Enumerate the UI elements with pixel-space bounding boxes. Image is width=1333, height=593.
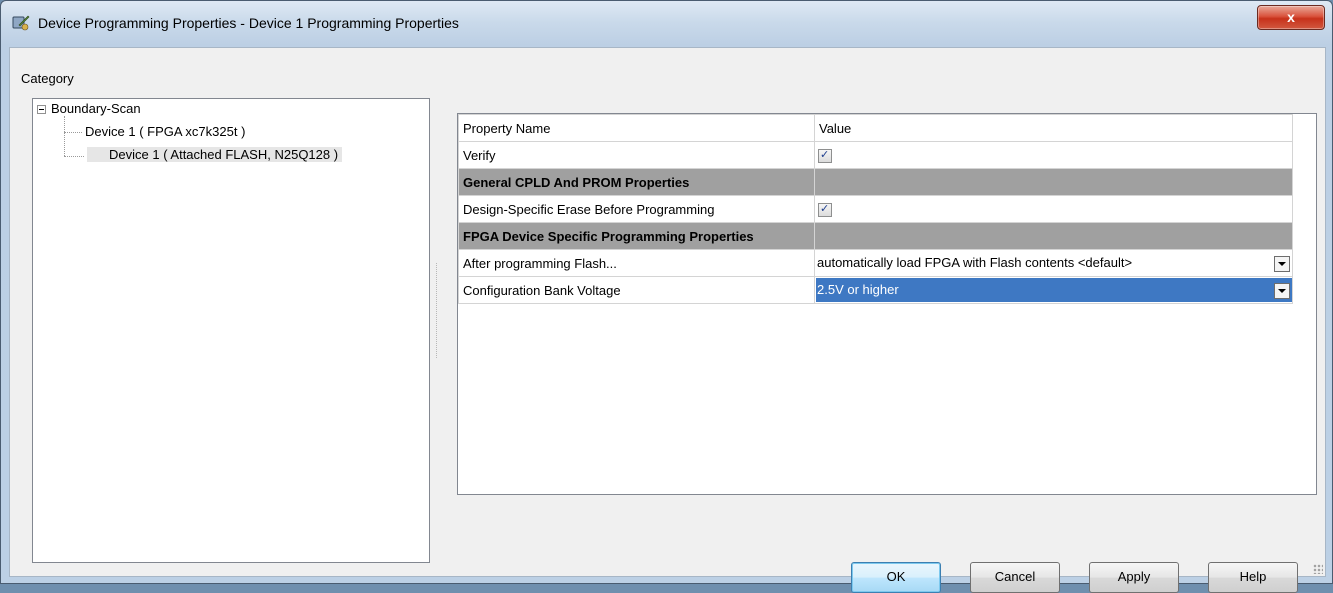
verify-checkbox[interactable]: ✓ [818, 148, 832, 163]
chevron-down-icon[interactable] [1274, 256, 1290, 272]
bank-voltage-dropdown[interactable]: 2.5V or higher [816, 278, 1292, 302]
property-row-after-programming[interactable]: After programming Flash... automatically… [458, 249, 1293, 277]
checkmark-icon: ✓ [820, 148, 830, 161]
section-title: General CPLD And PROM Properties [458, 168, 815, 196]
cancel-button[interactable]: Cancel [970, 562, 1060, 593]
chevron-down-icon[interactable] [1274, 283, 1290, 299]
section-title: FPGA Device Specific Programming Propert… [458, 222, 815, 250]
ok-button[interactable]: OK [851, 562, 941, 593]
property-row-erase[interactable]: Design-Specific Erase Before Programming… [458, 195, 1293, 223]
property-row-bank-voltage[interactable]: Configuration Bank Voltage 2.5V or highe… [458, 276, 1293, 304]
close-button[interactable]: x [1257, 5, 1325, 30]
apply-button[interactable]: Apply [1089, 562, 1179, 593]
property-value: ✓ [814, 195, 1293, 223]
splitter-handle[interactable] [436, 263, 439, 358]
category-tree[interactable]: Boundary-Scan Device 1 ( FPGA xc7k325t )… [32, 98, 430, 563]
property-row-verify[interactable]: Verify ✓ [458, 141, 1293, 169]
tree-item-label: Device 1 ( Attached FLASH, N25Q128 ) [109, 147, 339, 162]
column-header-property-name[interactable]: Property Name [458, 114, 815, 142]
property-table: Property Name Value Verify ✓ General CPL… [458, 114, 1293, 304]
resize-grip-icon[interactable] [1313, 564, 1323, 574]
property-grid[interactable]: Property Name Value Verify ✓ General CPL… [457, 113, 1317, 495]
tree-item-label: Device 1 ( FPGA xc7k325t ) [85, 124, 246, 139]
property-name: After programming Flash... [458, 249, 815, 277]
property-value: automatically load FPGA with Flash conte… [814, 249, 1293, 277]
section-row-cpld-prom: General CPLD And PROM Properties [458, 168, 1293, 196]
tree-item-boundary-scan[interactable]: Boundary-Scan [51, 101, 141, 116]
tree-item-flash[interactable]: Device 1 ( Attached FLASH, N25Q128 ) [87, 147, 343, 162]
after-programming-dropdown[interactable]: automatically load FPGA with Flash conte… [816, 251, 1292, 275]
property-name: Configuration Bank Voltage [458, 276, 815, 304]
window-title: Device Programming Properties - Device 1… [38, 15, 459, 31]
property-name: Design-Specific Erase Before Programming [458, 195, 815, 223]
checkmark-icon: ✓ [820, 202, 830, 215]
close-icon: x [1287, 9, 1295, 25]
property-value: 2.5V or higher [814, 276, 1293, 304]
collapse-toggle-icon[interactable] [37, 105, 46, 114]
tree-item-fpga[interactable]: Device 1 ( FPGA xc7k325t ) [85, 124, 245, 139]
section-row-fpga: FPGA Device Specific Programming Propert… [458, 222, 1293, 250]
title-bar[interactable]: Device Programming Properties - Device 1… [1, 1, 1332, 47]
help-button[interactable]: Help [1208, 562, 1298, 593]
section-filler [814, 168, 1293, 196]
property-name: Verify [458, 141, 815, 169]
erase-checkbox[interactable]: ✓ [818, 202, 832, 217]
device-programming-icon [12, 15, 30, 31]
section-filler [814, 222, 1293, 250]
dialog-window: Device Programming Properties - Device 1… [0, 0, 1333, 593]
header-row: Property Name Value [458, 114, 1293, 142]
column-header-value[interactable]: Value [814, 114, 1293, 142]
dropdown-value: 2.5V or higher [817, 282, 899, 297]
property-value: ✓ [814, 141, 1293, 169]
tree-connector [64, 156, 84, 157]
tree-item-label: Boundary-Scan [51, 101, 141, 116]
tree-connector [64, 132, 82, 133]
dropdown-value: automatically load FPGA with Flash conte… [817, 255, 1133, 270]
tree-connector [64, 116, 65, 156]
category-label: Category [21, 71, 74, 86]
dialog-client-area: Category Boundary-Scan Device 1 ( FPGA x… [9, 47, 1326, 593]
